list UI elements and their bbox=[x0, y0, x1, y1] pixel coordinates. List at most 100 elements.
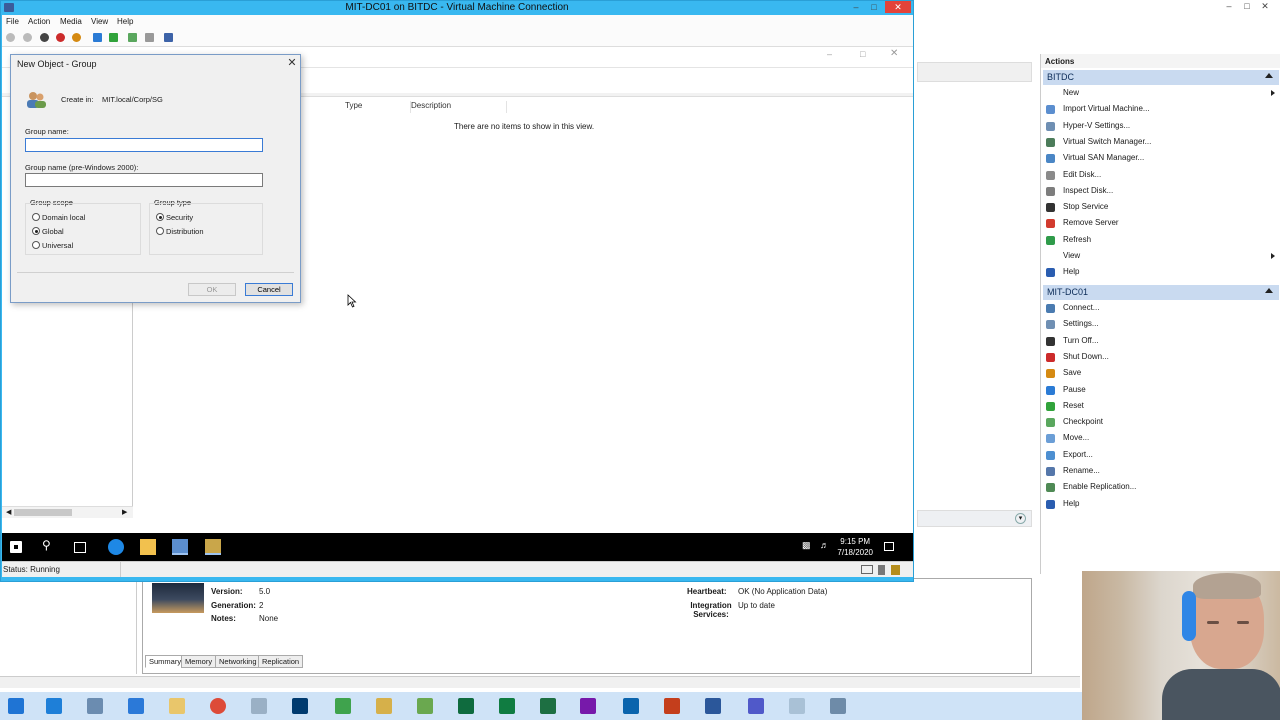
aduc-icon[interactable] bbox=[205, 539, 221, 555]
ctrl-alt-del-icon[interactable] bbox=[6, 33, 15, 42]
server-manager-icon[interactable] bbox=[46, 698, 62, 714]
section-header-mit-dc01[interactable]: MIT-DC01 bbox=[1043, 285, 1279, 300]
action-move[interactable]: Move... bbox=[1045, 431, 1279, 445]
notification-icon[interactable] bbox=[884, 542, 894, 551]
powerpoint-icon[interactable] bbox=[664, 698, 680, 714]
guest-start-icon[interactable] bbox=[10, 541, 22, 553]
expand-icon[interactable]: ▾ bbox=[1015, 513, 1026, 524]
action-edit-disk[interactable]: Edit Disk... bbox=[1045, 168, 1279, 182]
save-icon[interactable] bbox=[72, 33, 81, 42]
pause-icon[interactable] bbox=[93, 33, 102, 42]
vm-close-button[interactable]: ✕ bbox=[885, 1, 911, 13]
teams-icon[interactable] bbox=[748, 698, 764, 714]
guest-clock[interactable]: 9:15 PM 7/18/2020 bbox=[837, 536, 873, 558]
network-tray-icon[interactable]: ▩ bbox=[802, 540, 818, 556]
notepad-icon[interactable] bbox=[417, 698, 433, 714]
tree-horizontal-scrollbar[interactable]: ◀ ▶ bbox=[2, 506, 133, 518]
guest-explorer-icon[interactable] bbox=[140, 539, 156, 555]
action-virtual-san-manager[interactable]: Virtual SAN Manager... bbox=[1045, 151, 1279, 165]
menu-media[interactable]: Media bbox=[60, 17, 82, 26]
action-rename[interactable]: Rename... bbox=[1045, 464, 1279, 478]
aduc-close-button[interactable]: ✕ bbox=[890, 48, 898, 59]
action-stop-service[interactable]: Stop Service bbox=[1045, 200, 1279, 214]
scope-universal-label[interactable]: Universal bbox=[42, 241, 73, 250]
pre2000-name-input[interactable] bbox=[25, 173, 263, 187]
action-export[interactable]: Export... bbox=[1045, 448, 1279, 462]
column-header-type[interactable]: Type bbox=[345, 101, 411, 113]
server-manager-icon[interactable] bbox=[172, 539, 188, 555]
type-distribution-label[interactable]: Distribution bbox=[166, 227, 204, 236]
column-header-description[interactable]: Description bbox=[411, 101, 507, 113]
notes-icon[interactable] bbox=[376, 698, 392, 714]
cancel-button[interactable]: Cancel bbox=[245, 283, 293, 296]
action-hyper-v-settings[interactable]: Hyper-V Settings... bbox=[1045, 119, 1279, 133]
section-header-bitdc[interactable]: BITDC bbox=[1043, 70, 1279, 85]
start-vm-icon[interactable] bbox=[23, 33, 32, 42]
host-close-button[interactable]: ✕ bbox=[1256, 0, 1274, 12]
action-turn-off[interactable]: Turn Off... bbox=[1045, 334, 1279, 348]
action-help[interactable]: Help bbox=[1045, 497, 1279, 511]
start-icon[interactable] bbox=[8, 698, 24, 714]
tab-summary[interactable]: Summary bbox=[145, 655, 186, 668]
vm-connection-icon[interactable] bbox=[830, 698, 846, 714]
terminal-icon[interactable] bbox=[292, 698, 308, 714]
collapse-icon[interactable] bbox=[1265, 73, 1273, 78]
scroll-thumb[interactable] bbox=[14, 509, 72, 516]
aduc-minimize-button[interactable]: – bbox=[827, 49, 832, 59]
action-reset[interactable]: Reset bbox=[1045, 399, 1279, 413]
scope-global-label[interactable]: Global bbox=[42, 227, 64, 236]
action-view[interactable]: View bbox=[1045, 249, 1279, 263]
vm-maximize-button[interactable]: □ bbox=[865, 1, 883, 13]
chrome-icon[interactable] bbox=[210, 698, 226, 714]
outlook-icon[interactable] bbox=[623, 698, 639, 714]
type-security-radio[interactable] bbox=[156, 213, 164, 221]
group-name-input[interactable] bbox=[25, 138, 263, 152]
action-checkpoint[interactable]: Checkpoint bbox=[1045, 415, 1279, 429]
scope-universal-radio[interactable] bbox=[32, 241, 40, 249]
remote-desktop-icon[interactable] bbox=[251, 698, 267, 714]
action-new[interactable]: New bbox=[1045, 86, 1279, 100]
tab-memory[interactable]: Memory bbox=[181, 655, 217, 668]
excel-icon[interactable] bbox=[540, 698, 556, 714]
host-minimize-button[interactable]: – bbox=[1220, 0, 1238, 12]
hyperv-icon[interactable] bbox=[87, 698, 103, 714]
scope-global-radio[interactable] bbox=[32, 227, 40, 235]
word-icon[interactable] bbox=[705, 698, 721, 714]
network-icon[interactable] bbox=[335, 698, 351, 714]
guest-search-icon[interactable]: ⚲ bbox=[42, 538, 58, 554]
action-shut-down[interactable]: Shut Down... bbox=[1045, 350, 1279, 364]
action-save[interactable]: Save bbox=[1045, 366, 1279, 380]
ie-icon[interactable] bbox=[108, 539, 124, 555]
vm-minimize-button[interactable]: – bbox=[847, 1, 865, 13]
action-pause[interactable]: Pause bbox=[1045, 383, 1279, 397]
menu-view[interactable]: View bbox=[91, 17, 108, 26]
visio-icon[interactable] bbox=[458, 698, 474, 714]
task-view-icon[interactable] bbox=[74, 542, 86, 553]
vm-thumbnail[interactable] bbox=[152, 583, 204, 613]
scope-domain-local-label[interactable]: Domain local bbox=[42, 213, 85, 222]
publisher-icon[interactable] bbox=[499, 698, 515, 714]
host-maximize-button[interactable]: □ bbox=[1238, 0, 1256, 12]
action-remove-server[interactable]: Remove Server bbox=[1045, 216, 1279, 230]
tab-networking[interactable]: Networking bbox=[215, 655, 261, 668]
type-distribution-radio[interactable] bbox=[156, 227, 164, 235]
revert-icon[interactable] bbox=[145, 33, 154, 42]
checkpoint-icon[interactable] bbox=[128, 33, 137, 42]
menu-file[interactable]: File bbox=[6, 17, 19, 26]
tab-replication[interactable]: Replication bbox=[258, 655, 304, 668]
action-help[interactable]: Help bbox=[1045, 265, 1279, 279]
action-connect[interactable]: Connect... bbox=[1045, 301, 1279, 315]
scroll-right-icon[interactable]: ▶ bbox=[122, 508, 127, 516]
dialog-close-button[interactable]: ✕ bbox=[285, 57, 299, 71]
reset-icon[interactable] bbox=[109, 33, 118, 42]
menu-action[interactable]: Action bbox=[28, 17, 50, 26]
volume-tray-icon[interactable]: ♬ bbox=[820, 540, 836, 556]
action-refresh[interactable]: Refresh bbox=[1045, 233, 1279, 247]
powershell-icon[interactable] bbox=[128, 698, 144, 714]
enhanced-session-icon[interactable] bbox=[164, 33, 173, 42]
action-import-virtual-machine[interactable]: Import Virtual Machine... bbox=[1045, 102, 1279, 116]
scope-domain-local-radio[interactable] bbox=[32, 213, 40, 221]
menu-help[interactable]: Help bbox=[117, 17, 133, 26]
scroll-left-icon[interactable]: ◀ bbox=[6, 508, 11, 516]
action-enable-replication[interactable]: Enable Replication... bbox=[1045, 480, 1279, 494]
